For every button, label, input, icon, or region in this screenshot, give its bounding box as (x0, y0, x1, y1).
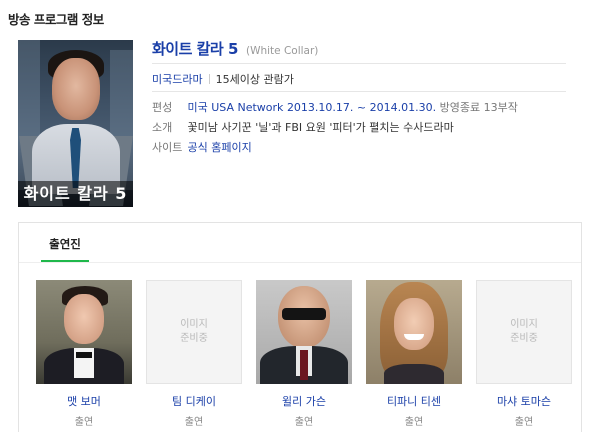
cast-item[interactable]: 맷 보머 출연 (36, 280, 132, 428)
site-label: 사이트 (152, 141, 183, 154)
cast-panel: 출연진 맷 보머 출연 이미지 준비중 팀 디케이 출연 윌리 가슨 출연 티파… (18, 222, 582, 432)
cast-name[interactable]: 팀 디케이 (146, 393, 242, 409)
cast-role: 출연 (74, 417, 94, 428)
program-title-row: 화이트 칼라 5 (White Collar) (152, 38, 318, 59)
cast-item[interactable]: 윌리 가슨 출연 (256, 280, 352, 428)
program-original-title: (White Collar) (245, 45, 319, 57)
cast-name[interactable]: 티파니 티센 (366, 393, 462, 409)
cast-role: 출연 (404, 417, 424, 428)
placeholder-line1: 이미지 (180, 319, 208, 330)
divider (152, 91, 566, 92)
summary-text: 꽃미남 사기꾼 '닐'과 FBI 요원 '피터'가 펼치는 수사드라마 (187, 121, 454, 134)
cast-item[interactable]: 티파니 티센 출연 (366, 280, 462, 428)
genre-link[interactable]: 미국드라마 (152, 73, 203, 86)
broadcaster-link[interactable]: 미국 USA Network (188, 101, 284, 114)
cast-photo[interactable] (36, 280, 132, 384)
placeholder-line2: 준비중 (510, 333, 538, 344)
cast-photo-placeholder[interactable]: 이미지준비중 (146, 280, 242, 384)
cast-photo-placeholder[interactable]: 이미지준비중 (476, 280, 572, 384)
cast-item[interactable]: 이미지준비중 마샤 토마슨 출연 (476, 280, 572, 428)
divider (152, 63, 566, 64)
cast-name[interactable]: 맷 보머 (36, 393, 132, 409)
official-site-link[interactable]: 공식 홈페이지 (188, 141, 252, 154)
cast-role: 출연 (514, 417, 534, 428)
summary-label: 소개 (152, 121, 173, 134)
cast-photo[interactable] (256, 280, 352, 384)
program-meta: 미국드라마 15세이상 관람가 (152, 71, 294, 87)
placeholder-line1: 이미지 (510, 319, 538, 330)
cast-name[interactable]: 윌리 가슨 (256, 393, 352, 409)
schedule-row: 편성 미국 USA Network 2013.10.17. ~ 2014.01.… (152, 99, 518, 115)
separator (208, 74, 210, 84)
broadcast-status: 방영종료 13부작 (439, 101, 518, 114)
poster-title-text: 화이트 칼라 5 (18, 181, 133, 207)
tab-cast[interactable]: 출연진 (41, 236, 89, 252)
age-rating: 15세이상 관람가 (215, 73, 294, 86)
cast-name[interactable]: 마샤 토마슨 (476, 393, 572, 409)
schedule-label: 편성 (152, 101, 173, 114)
cast-role: 출연 (184, 417, 204, 428)
cast-role: 출연 (294, 417, 314, 428)
cast-item[interactable]: 이미지준비중 팀 디케이 출연 (146, 280, 242, 428)
program-poster[interactable]: 화이트 칼라 5 (18, 40, 133, 207)
cast-photo[interactable] (366, 280, 462, 384)
divider (19, 262, 581, 263)
program-title[interactable]: 화이트 칼라 5 (152, 40, 238, 58)
site-row: 사이트 공식 홈페이지 (152, 139, 252, 155)
section-title: 방송 프로그램 정보 (8, 12, 104, 27)
broadcast-dates[interactable]: 2013.10.17. ~ 2014.01.30. (287, 101, 436, 114)
summary-row: 소개 꽃미남 사기꾼 '닐'과 FBI 요원 '피터'가 펼치는 수사드라마 (152, 119, 454, 135)
placeholder-line2: 준비중 (180, 333, 208, 344)
